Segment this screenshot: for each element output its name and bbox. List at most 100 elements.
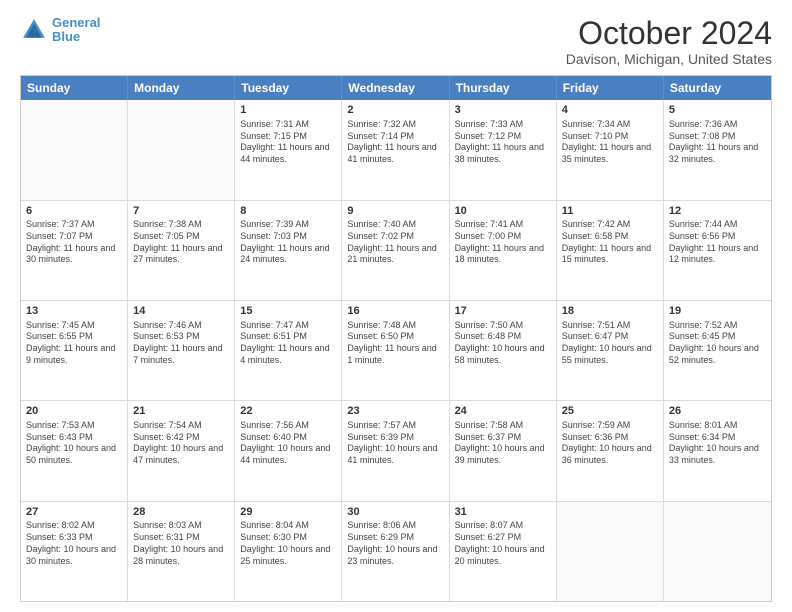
- cell-info: Sunrise: 8:01 AM Sunset: 6:34 PM Dayligh…: [669, 420, 766, 467]
- cal-cell: 17Sunrise: 7:50 AM Sunset: 6:48 PM Dayli…: [450, 301, 557, 400]
- cell-info: Sunrise: 7:47 AM Sunset: 6:51 PM Dayligh…: [240, 320, 336, 367]
- cal-cell: 18Sunrise: 7:51 AM Sunset: 6:47 PM Dayli…: [557, 301, 664, 400]
- cal-cell: [21, 100, 128, 199]
- day-number: 24: [455, 404, 551, 419]
- cell-info: Sunrise: 7:54 AM Sunset: 6:42 PM Dayligh…: [133, 420, 229, 467]
- day-number: 30: [347, 505, 443, 520]
- header-day-sunday: Sunday: [21, 76, 128, 100]
- cell-info: Sunrise: 7:32 AM Sunset: 7:14 PM Dayligh…: [347, 119, 443, 166]
- cell-info: Sunrise: 7:52 AM Sunset: 6:45 PM Dayligh…: [669, 320, 766, 367]
- title-block: October 2024 Davison, Michigan, United S…: [566, 16, 772, 67]
- cal-cell: 26Sunrise: 8:01 AM Sunset: 6:34 PM Dayli…: [664, 401, 771, 500]
- cal-cell: 6Sunrise: 7:37 AM Sunset: 7:07 PM Daylig…: [21, 201, 128, 300]
- cell-info: Sunrise: 8:07 AM Sunset: 6:27 PM Dayligh…: [455, 520, 551, 567]
- cal-cell: 29Sunrise: 8:04 AM Sunset: 6:30 PM Dayli…: [235, 502, 342, 601]
- header-day-monday: Monday: [128, 76, 235, 100]
- day-number: 5: [669, 103, 766, 118]
- cal-cell: [128, 100, 235, 199]
- cal-cell: 7Sunrise: 7:38 AM Sunset: 7:05 PM Daylig…: [128, 201, 235, 300]
- logo-line2: Blue: [52, 29, 80, 44]
- main-title: October 2024: [566, 16, 772, 51]
- day-number: 11: [562, 204, 658, 219]
- day-number: 18: [562, 304, 658, 319]
- cal-cell: 21Sunrise: 7:54 AM Sunset: 6:42 PM Dayli…: [128, 401, 235, 500]
- day-number: 25: [562, 404, 658, 419]
- cal-cell: 9Sunrise: 7:40 AM Sunset: 7:02 PM Daylig…: [342, 201, 449, 300]
- cal-cell: 22Sunrise: 7:56 AM Sunset: 6:40 PM Dayli…: [235, 401, 342, 500]
- cell-info: Sunrise: 7:37 AM Sunset: 7:07 PM Dayligh…: [26, 219, 122, 266]
- day-number: 29: [240, 505, 336, 520]
- day-number: 17: [455, 304, 551, 319]
- header: General Blue October 2024 Davison, Michi…: [20, 16, 772, 67]
- cell-info: Sunrise: 7:36 AM Sunset: 7:08 PM Dayligh…: [669, 119, 766, 166]
- cal-cell: 5Sunrise: 7:36 AM Sunset: 7:08 PM Daylig…: [664, 100, 771, 199]
- day-number: 8: [240, 204, 336, 219]
- day-number: 14: [133, 304, 229, 319]
- calendar-header: SundayMondayTuesdayWednesdayThursdayFrid…: [21, 76, 771, 100]
- cal-row-3: 20Sunrise: 7:53 AM Sunset: 6:43 PM Dayli…: [21, 400, 771, 500]
- day-number: 27: [26, 505, 122, 520]
- page: General Blue October 2024 Davison, Michi…: [0, 0, 792, 612]
- day-number: 31: [455, 505, 551, 520]
- header-day-tuesday: Tuesday: [235, 76, 342, 100]
- cell-info: Sunrise: 7:46 AM Sunset: 6:53 PM Dayligh…: [133, 320, 229, 367]
- header-day-friday: Friday: [557, 76, 664, 100]
- cal-cell: 12Sunrise: 7:44 AM Sunset: 6:56 PM Dayli…: [664, 201, 771, 300]
- cal-cell: 2Sunrise: 7:32 AM Sunset: 7:14 PM Daylig…: [342, 100, 449, 199]
- cell-info: Sunrise: 7:48 AM Sunset: 6:50 PM Dayligh…: [347, 320, 443, 367]
- day-number: 13: [26, 304, 122, 319]
- day-number: 10: [455, 204, 551, 219]
- cal-cell: 31Sunrise: 8:07 AM Sunset: 6:27 PM Dayli…: [450, 502, 557, 601]
- subtitle: Davison, Michigan, United States: [566, 51, 772, 67]
- cell-info: Sunrise: 7:42 AM Sunset: 6:58 PM Dayligh…: [562, 219, 658, 266]
- cell-info: Sunrise: 8:03 AM Sunset: 6:31 PM Dayligh…: [133, 520, 229, 567]
- cal-cell: 27Sunrise: 8:02 AM Sunset: 6:33 PM Dayli…: [21, 502, 128, 601]
- day-number: 15: [240, 304, 336, 319]
- cal-cell: 13Sunrise: 7:45 AM Sunset: 6:55 PM Dayli…: [21, 301, 128, 400]
- cal-cell: 23Sunrise: 7:57 AM Sunset: 6:39 PM Dayli…: [342, 401, 449, 500]
- day-number: 26: [669, 404, 766, 419]
- cell-info: Sunrise: 7:57 AM Sunset: 6:39 PM Dayligh…: [347, 420, 443, 467]
- day-number: 4: [562, 103, 658, 118]
- day-number: 20: [26, 404, 122, 419]
- day-number: 16: [347, 304, 443, 319]
- cell-info: Sunrise: 7:44 AM Sunset: 6:56 PM Dayligh…: [669, 219, 766, 266]
- cal-cell: 20Sunrise: 7:53 AM Sunset: 6:43 PM Dayli…: [21, 401, 128, 500]
- cell-info: Sunrise: 7:53 AM Sunset: 6:43 PM Dayligh…: [26, 420, 122, 467]
- cell-info: Sunrise: 8:06 AM Sunset: 6:29 PM Dayligh…: [347, 520, 443, 567]
- cell-info: Sunrise: 7:45 AM Sunset: 6:55 PM Dayligh…: [26, 320, 122, 367]
- header-day-thursday: Thursday: [450, 76, 557, 100]
- header-day-wednesday: Wednesday: [342, 76, 449, 100]
- cal-cell: 14Sunrise: 7:46 AM Sunset: 6:53 PM Dayli…: [128, 301, 235, 400]
- cal-cell: 16Sunrise: 7:48 AM Sunset: 6:50 PM Dayli…: [342, 301, 449, 400]
- cell-info: Sunrise: 7:38 AM Sunset: 7:05 PM Dayligh…: [133, 219, 229, 266]
- cal-cell: 4Sunrise: 7:34 AM Sunset: 7:10 PM Daylig…: [557, 100, 664, 199]
- calendar: SundayMondayTuesdayWednesdayThursdayFrid…: [20, 75, 772, 602]
- cal-cell: [664, 502, 771, 601]
- logo-line1: General: [52, 15, 100, 30]
- day-number: 28: [133, 505, 229, 520]
- day-number: 12: [669, 204, 766, 219]
- cal-cell: 25Sunrise: 7:59 AM Sunset: 6:36 PM Dayli…: [557, 401, 664, 500]
- day-number: 3: [455, 103, 551, 118]
- logo: General Blue: [20, 16, 100, 45]
- cal-cell: 1Sunrise: 7:31 AM Sunset: 7:15 PM Daylig…: [235, 100, 342, 199]
- day-number: 7: [133, 204, 229, 219]
- cal-row-4: 27Sunrise: 8:02 AM Sunset: 6:33 PM Dayli…: [21, 501, 771, 601]
- cal-cell: 8Sunrise: 7:39 AM Sunset: 7:03 PM Daylig…: [235, 201, 342, 300]
- cell-info: Sunrise: 8:04 AM Sunset: 6:30 PM Dayligh…: [240, 520, 336, 567]
- cal-cell: 24Sunrise: 7:58 AM Sunset: 6:37 PM Dayli…: [450, 401, 557, 500]
- header-day-saturday: Saturday: [664, 76, 771, 100]
- cal-row-1: 6Sunrise: 7:37 AM Sunset: 7:07 PM Daylig…: [21, 200, 771, 300]
- cal-row-2: 13Sunrise: 7:45 AM Sunset: 6:55 PM Dayli…: [21, 300, 771, 400]
- cal-cell: 30Sunrise: 8:06 AM Sunset: 6:29 PM Dayli…: [342, 502, 449, 601]
- cal-cell: 11Sunrise: 7:42 AM Sunset: 6:58 PM Dayli…: [557, 201, 664, 300]
- cell-info: Sunrise: 7:39 AM Sunset: 7:03 PM Dayligh…: [240, 219, 336, 266]
- day-number: 22: [240, 404, 336, 419]
- cal-cell: 19Sunrise: 7:52 AM Sunset: 6:45 PM Dayli…: [664, 301, 771, 400]
- cell-info: Sunrise: 7:59 AM Sunset: 6:36 PM Dayligh…: [562, 420, 658, 467]
- cal-cell: 28Sunrise: 8:03 AM Sunset: 6:31 PM Dayli…: [128, 502, 235, 601]
- day-number: 19: [669, 304, 766, 319]
- cell-info: Sunrise: 7:58 AM Sunset: 6:37 PM Dayligh…: [455, 420, 551, 467]
- logo-icon: [20, 16, 48, 44]
